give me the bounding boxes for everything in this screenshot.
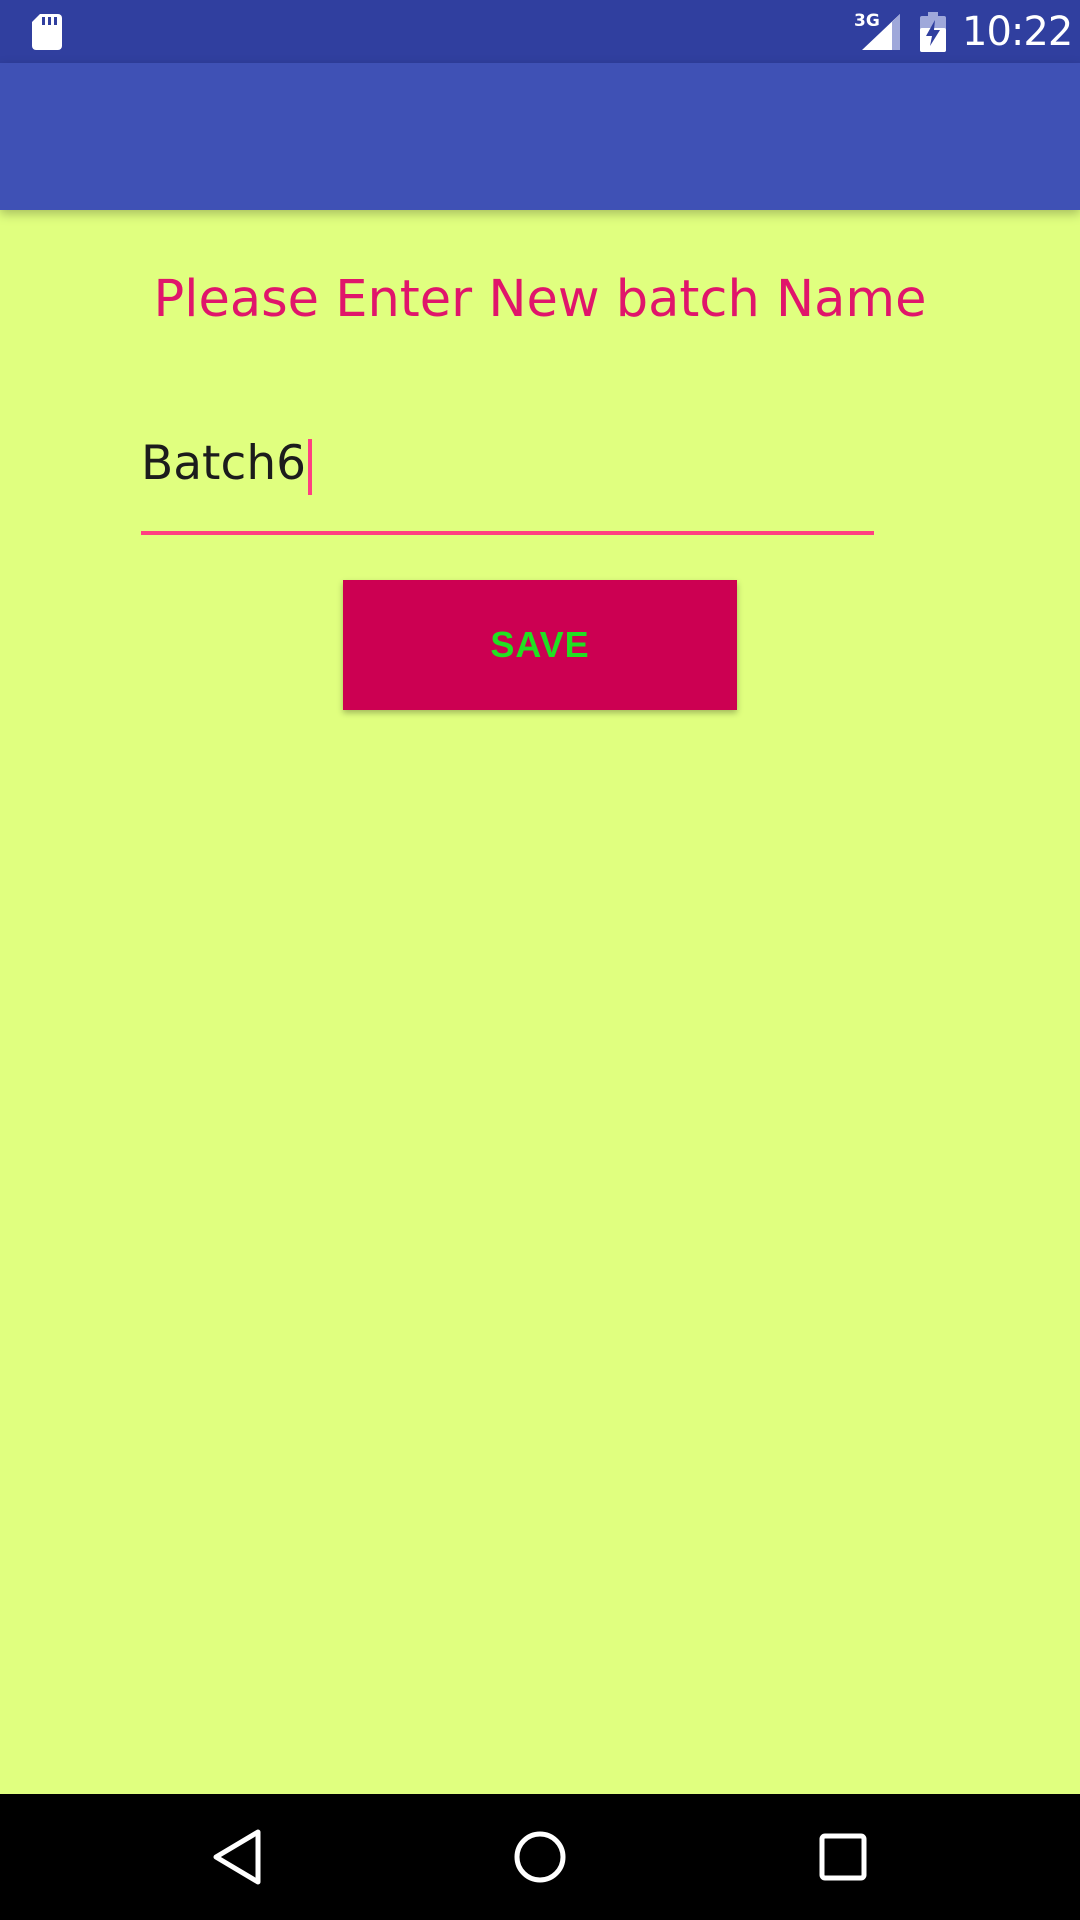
navigation-bar [0, 1794, 1080, 1920]
batch-name-prompt: Please Enter New batch Name [153, 270, 927, 329]
recents-icon[interactable] [810, 1824, 876, 1890]
app-bar [0, 63, 1080, 210]
text-cursor [308, 438, 313, 495]
batch-name-value: Batch6 [141, 436, 307, 491]
batch-name-input[interactable]: Batch6 [141, 428, 313, 500]
save-button[interactable]: SAVE [343, 580, 737, 710]
home-icon[interactable] [507, 1824, 573, 1890]
back-icon[interactable] [204, 1824, 270, 1890]
signal-icon [862, 14, 900, 50]
status-bar: 3G 10:22 [0, 0, 1080, 63]
batch-name-field[interactable]: Batch6 [141, 420, 874, 536]
field-underline [141, 531, 874, 535]
battery-icon [920, 12, 946, 52]
status-clock: 10:22 [962, 9, 1073, 55]
sd-card-icon [32, 14, 62, 50]
